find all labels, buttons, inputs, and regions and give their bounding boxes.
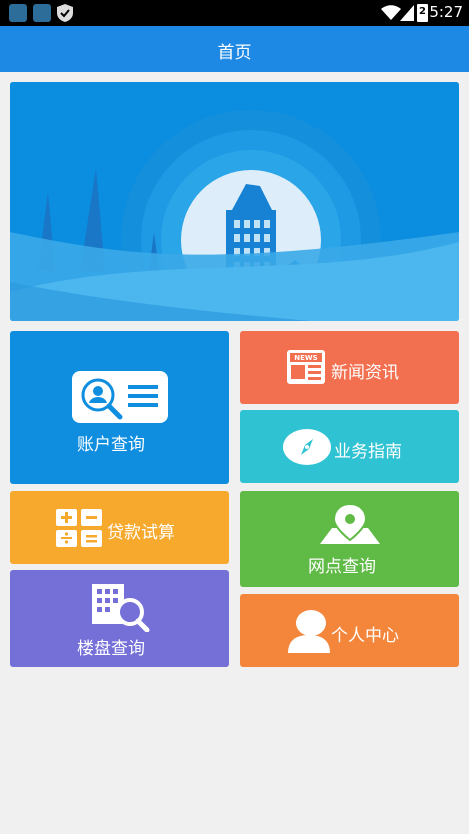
building-search-icon xyxy=(92,584,150,632)
user-icon xyxy=(288,610,330,653)
newspaper-icon-text: NEWS xyxy=(294,354,317,362)
app-bar: 首页 xyxy=(0,26,469,72)
business-guide-tile[interactable]: 业务指南 xyxy=(240,410,459,483)
account-query-tile[interactable]: 账户查询 xyxy=(10,331,229,484)
map-pin-icon xyxy=(320,502,380,544)
signal-icon xyxy=(400,5,414,21)
business-guide-label: 业务指南 xyxy=(334,442,402,462)
outlets-query-label: 网点查询 xyxy=(308,557,376,577)
loan-calculator-tile[interactable]: 贷款试算 xyxy=(10,491,229,564)
account-query-label: 账户查询 xyxy=(77,435,145,455)
news-label: 新闻资讯 xyxy=(331,363,399,383)
loan-calculator-label: 贷款试算 xyxy=(107,523,175,543)
property-query-label: 楼盘查询 xyxy=(77,639,145,659)
compass-icon xyxy=(283,429,331,465)
calculator-icon xyxy=(56,509,102,547)
app-notification-icon xyxy=(9,4,27,22)
personal-center-tile[interactable]: 个人中心 xyxy=(240,594,459,667)
outlets-query-tile[interactable]: 网点查询 xyxy=(240,491,459,587)
city-illustration xyxy=(10,82,459,321)
shield-check-icon xyxy=(57,4,73,22)
battery-icon: 2 xyxy=(417,4,428,22)
status-bar: 2 5:27 xyxy=(0,0,469,26)
news-tile[interactable]: NEWS 新闻资讯 xyxy=(240,331,459,404)
property-query-tile[interactable]: 楼盘查询 xyxy=(10,570,229,667)
page-title: 首页 xyxy=(217,43,252,63)
banner-image[interactable] xyxy=(10,82,459,321)
clock: 5:27 xyxy=(429,3,463,21)
personal-center-label: 个人中心 xyxy=(331,626,399,646)
id-card-search-icon xyxy=(72,371,168,423)
battery-level: 2 xyxy=(419,6,426,17)
app-notification-icon xyxy=(33,4,51,22)
newspaper-icon: NEWS xyxy=(287,350,325,384)
wifi-icon xyxy=(381,5,401,20)
